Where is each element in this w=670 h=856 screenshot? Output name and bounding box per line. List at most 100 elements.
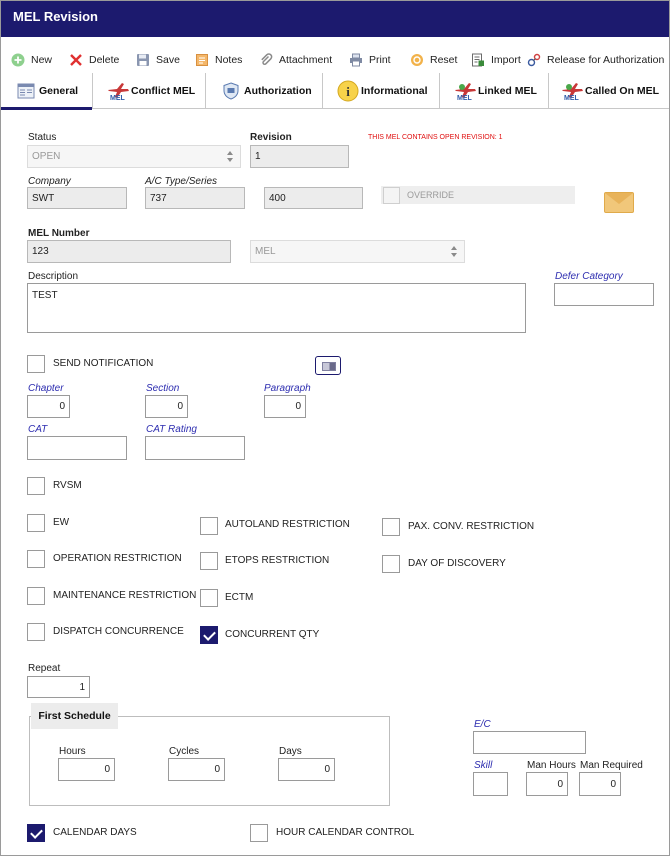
- revision-label: Revision: [250, 132, 292, 143]
- print-button[interactable]: Print: [349, 52, 391, 68]
- maintenance-restriction-checkbox[interactable]: [27, 587, 45, 605]
- svg-text:MEL: MEL: [564, 95, 580, 101]
- tab-informational[interactable]: i Informational: [323, 73, 440, 109]
- cat-label: CAT: [28, 424, 48, 435]
- mel-number-label: MEL Number: [28, 228, 90, 239]
- rvsm-checkbox[interactable]: [27, 477, 45, 495]
- day-of-discovery-checkbox[interactable]: [382, 555, 400, 573]
- mel-type-value: MEL: [255, 246, 276, 257]
- tab-general-label: General: [39, 85, 79, 97]
- dispatch-concurrence-checkbox[interactable]: [27, 623, 45, 641]
- ectm-checkbox[interactable]: [200, 589, 218, 607]
- ac-type-field[interactable]: 737: [145, 187, 245, 209]
- paragraph-label: Paragraph: [264, 383, 311, 394]
- import-label: Import: [491, 54, 521, 66]
- defer-category-label: Defer Category: [555, 271, 623, 282]
- delete-label: Delete: [89, 54, 120, 66]
- cat-rating-label: CAT Rating: [146, 424, 197, 435]
- envelope-icon[interactable]: [604, 192, 634, 213]
- first-schedule-title: First Schedule: [31, 703, 118, 729]
- tab-conflict-mel[interactable]: MEL Conflict MEL: [93, 73, 206, 109]
- delete-button[interactable]: Delete: [69, 52, 119, 68]
- ac-series-value: 400: [269, 192, 286, 204]
- override-checkbox[interactable]: [383, 187, 400, 204]
- maintenance-restriction-label: MAINTENANCE RESTRICTION: [53, 590, 197, 601]
- ec-label: E/C: [474, 719, 491, 730]
- autoland-restriction-checkbox[interactable]: [200, 517, 218, 535]
- tab-informational-label: Informational: [361, 85, 428, 97]
- attachment-label: Attachment: [279, 54, 333, 66]
- print-label: Print: [369, 54, 391, 66]
- cat-rating-field[interactable]: [145, 436, 245, 460]
- svg-text:MEL: MEL: [110, 95, 126, 101]
- calendar-days-checkbox[interactable]: [27, 824, 45, 842]
- cycles-field[interactable]: 0: [168, 758, 225, 781]
- cat-field[interactable]: [27, 436, 127, 460]
- mel-number-field[interactable]: 123: [27, 240, 231, 263]
- repeat-field[interactable]: 1: [27, 676, 90, 698]
- skill-field[interactable]: [473, 772, 508, 796]
- import-button[interactable]: Import: [471, 52, 521, 68]
- hour-calendar-control-label: HOUR CALENDAR CONTROL: [276, 827, 415, 838]
- reset-button[interactable]: Reset: [410, 52, 457, 68]
- pax-conv-restriction-checkbox[interactable]: [382, 518, 400, 536]
- release-for-authorization-button[interactable]: Release for Authorization: [527, 52, 664, 68]
- tab-called-on-mel[interactable]: MEL Called On MEL: [549, 73, 669, 109]
- mel-type-select[interactable]: MEL: [250, 240, 465, 263]
- tab-linked-mel[interactable]: MEL Linked MEL: [440, 73, 549, 109]
- day-of-discovery-label: DAY OF DISCOVERY: [408, 558, 506, 569]
- attachment-button[interactable]: Attachment: [259, 52, 332, 68]
- notes-label: Notes: [215, 54, 243, 66]
- section-field[interactable]: 0: [145, 395, 188, 418]
- toolbar: New Delete Save Notes Attachment Print R…: [1, 48, 669, 72]
- tab-general[interactable]: General: [1, 73, 93, 110]
- paragraph-field[interactable]: 0: [264, 395, 306, 418]
- tab-called-on-mel-label: Called On MEL: [585, 85, 660, 97]
- revision-field[interactable]: 1: [250, 145, 349, 168]
- ec-field[interactable]: [473, 731, 586, 754]
- status-value: OPEN: [32, 151, 61, 162]
- info-icon: i: [337, 80, 359, 102]
- reset-icon: [410, 53, 424, 67]
- reset-label: Reset: [430, 54, 458, 66]
- paragraph-value: 0: [295, 401, 301, 412]
- man-hours-field[interactable]: 0: [526, 772, 568, 796]
- operation-restriction-label: OPERATION RESTRICTION: [53, 553, 182, 564]
- new-button[interactable]: New: [11, 52, 52, 68]
- window-title: MEL Revision: [1, 1, 669, 37]
- title-text: MEL Revision: [13, 9, 99, 24]
- description-textarea[interactable]: TEST: [27, 283, 526, 333]
- conflict-plane-icon: MEL: [107, 81, 129, 102]
- repeat-label: Repeat: [28, 663, 61, 674]
- tab-authorization-label: Authorization: [244, 85, 312, 97]
- chapter-field[interactable]: 0: [27, 395, 70, 418]
- etops-restriction-checkbox[interactable]: [200, 552, 218, 570]
- save-disk-icon: [136, 53, 150, 67]
- defer-category-field[interactable]: [554, 283, 654, 306]
- new-label: New: [31, 54, 53, 66]
- shield-icon: [222, 82, 240, 100]
- override-label: OVERRIDE: [407, 190, 455, 200]
- company-field[interactable]: SWT: [27, 187, 127, 209]
- ac-series-field[interactable]: 400: [264, 187, 363, 209]
- hour-calendar-control-checkbox[interactable]: [250, 824, 268, 842]
- image-button-icon[interactable]: [315, 356, 341, 375]
- ew-checkbox[interactable]: [27, 514, 45, 532]
- hours-field[interactable]: 0: [58, 758, 115, 781]
- select-arrow-icon: [227, 150, 234, 162]
- save-label: Save: [156, 54, 180, 66]
- status-select[interactable]: OPEN: [27, 145, 241, 168]
- notes-button[interactable]: Notes: [195, 52, 242, 68]
- days-field[interactable]: 0: [278, 758, 335, 781]
- printer-icon: [349, 53, 363, 67]
- save-button[interactable]: Save: [136, 52, 180, 68]
- linked-plane-icon: MEL: [454, 81, 476, 102]
- section-label: Section: [146, 383, 180, 394]
- operation-restriction-checkbox[interactable]: [27, 550, 45, 568]
- open-revision-notice: THIS MEL CONTAINS OPEN REVISION: 1: [368, 134, 503, 141]
- concurrent-qty-checkbox[interactable]: [200, 626, 218, 644]
- send-notification-checkbox[interactable]: [27, 355, 45, 373]
- man-required-field[interactable]: 0: [579, 772, 621, 796]
- tab-authorization[interactable]: Authorization: [206, 73, 323, 109]
- calendar-days-label: CALENDAR DAYS: [53, 827, 137, 838]
